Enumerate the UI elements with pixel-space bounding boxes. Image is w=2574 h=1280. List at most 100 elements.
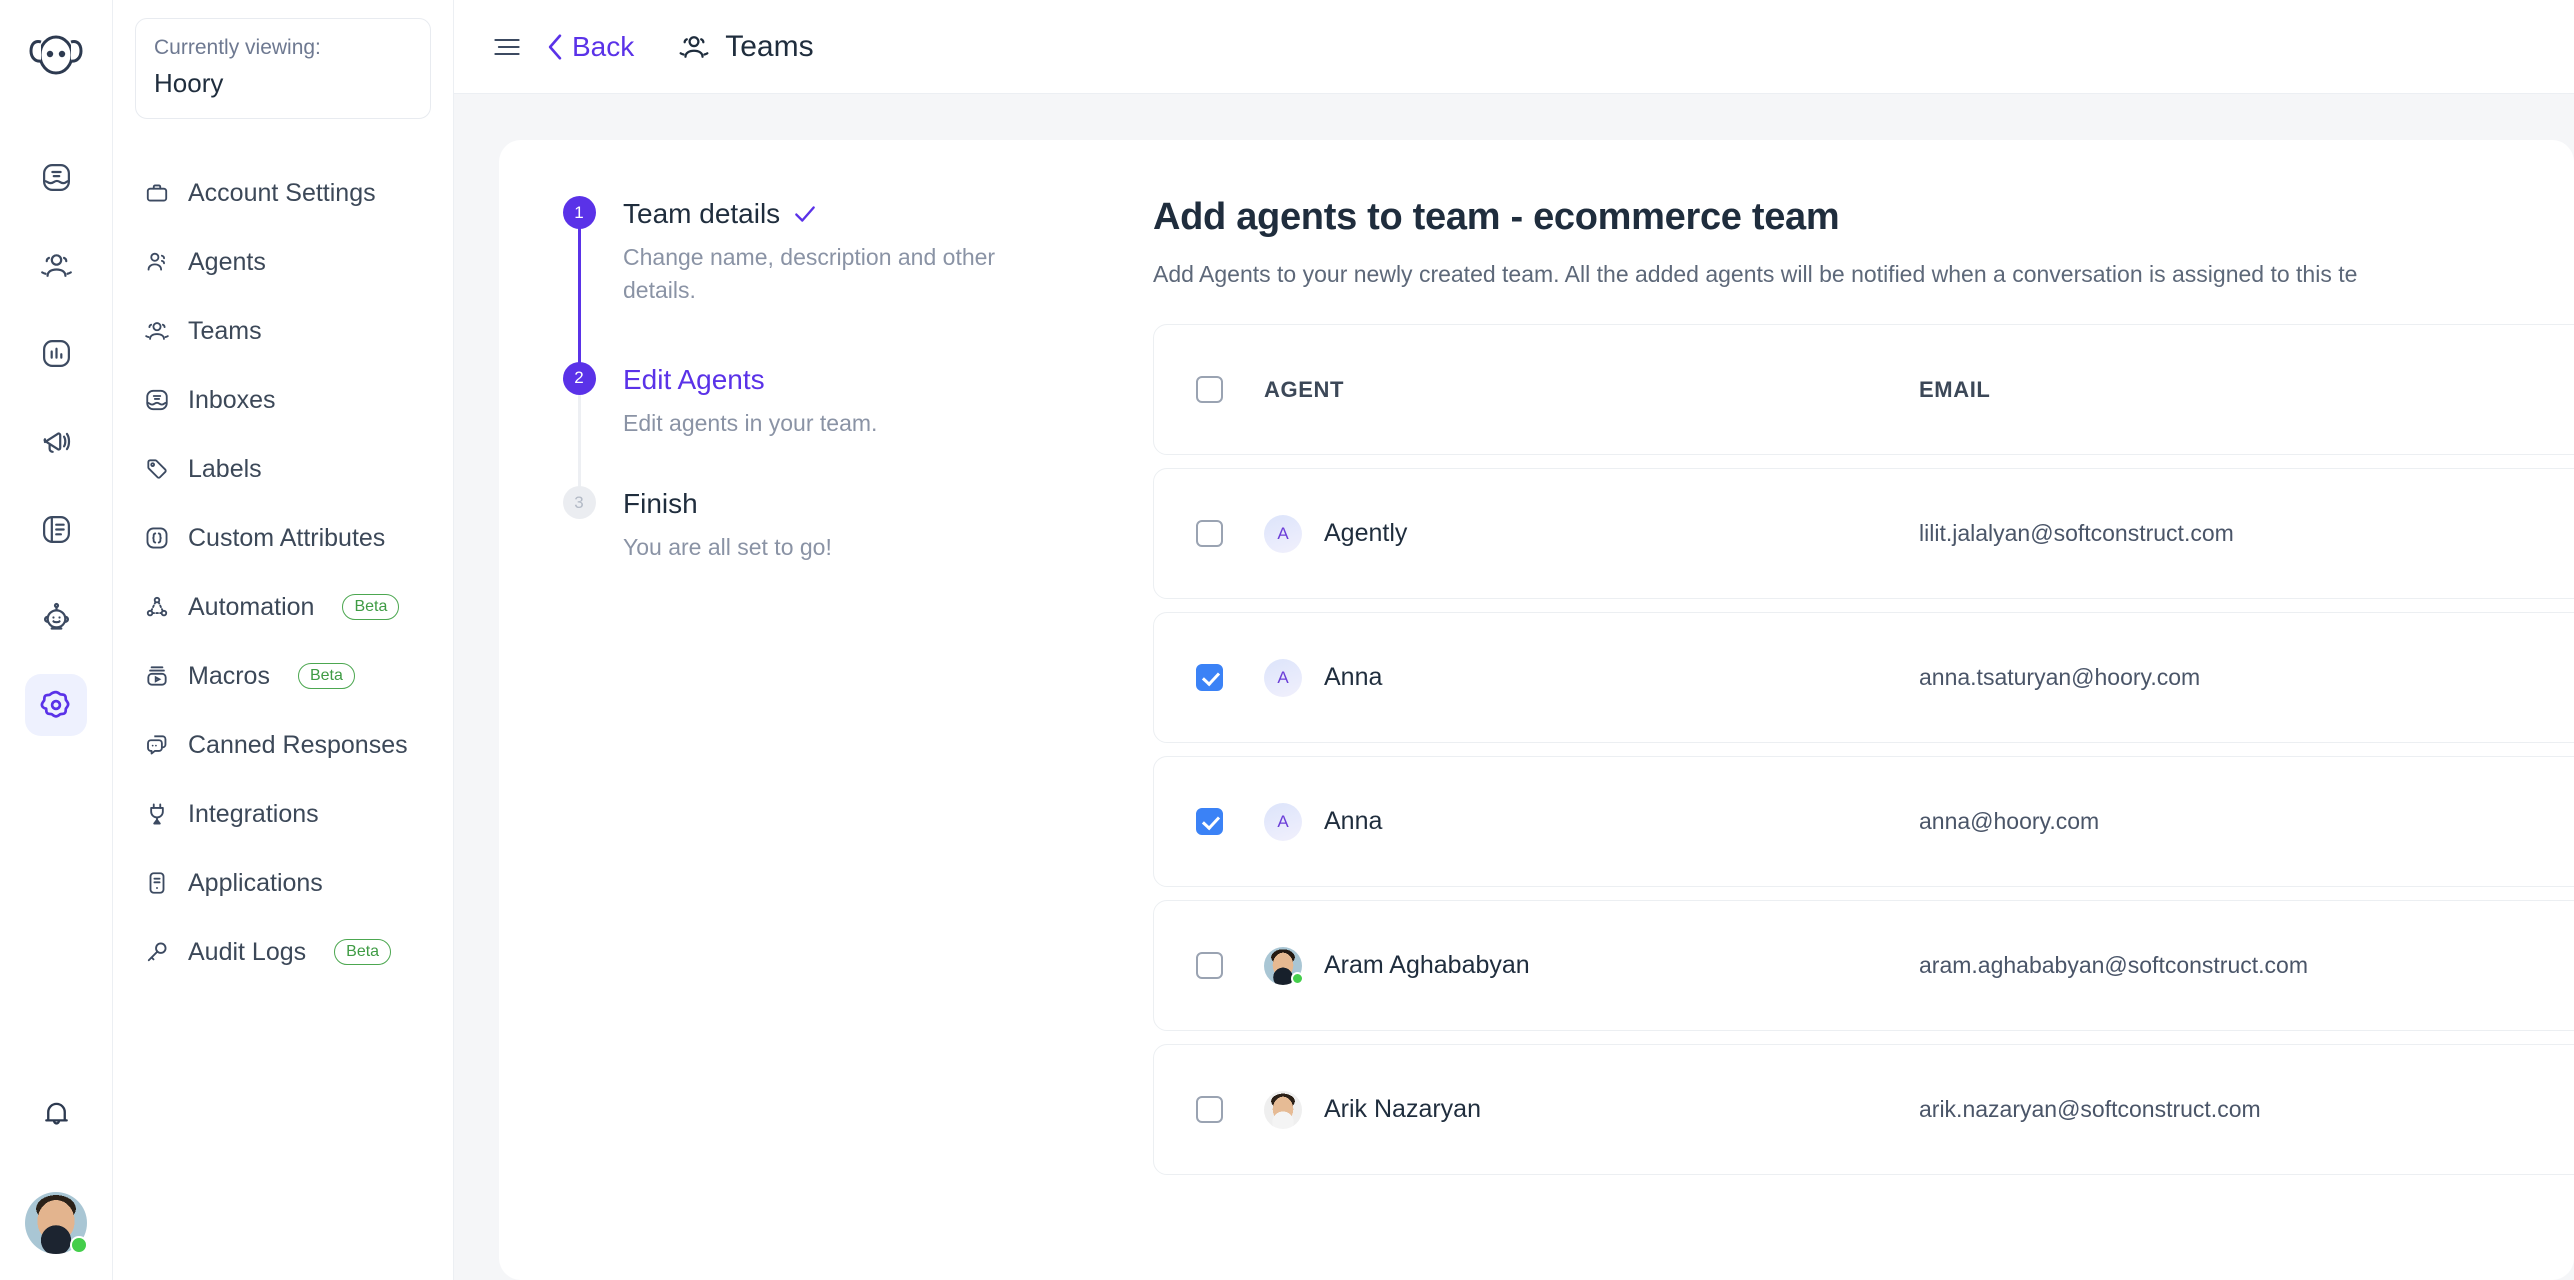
sidebar-item-applications[interactable]: Applications bbox=[135, 849, 431, 918]
bell-icon bbox=[40, 1097, 73, 1130]
back-button[interactable]: Back bbox=[546, 31, 634, 63]
sidebar-item-integrations[interactable]: Integrations bbox=[135, 780, 431, 849]
notifications-button[interactable] bbox=[25, 1082, 87, 1144]
step-description: Edit agents in your team. bbox=[623, 409, 878, 436]
row-email-cell: anna@hoory.com bbox=[1919, 808, 2574, 835]
sidebar-item-account-settings[interactable]: Account Settings bbox=[135, 159, 431, 228]
sidebar-item-agents[interactable]: Agents bbox=[135, 228, 431, 297]
account-name: Hoory bbox=[154, 68, 224, 99]
table-row[interactable]: A Agently lilit.jalalyan@softconstruct.c… bbox=[1153, 468, 2574, 599]
app-root: Currently viewing: Hoory Account Setting… bbox=[0, 0, 2574, 1280]
row-select-cell bbox=[1154, 808, 1264, 835]
sidebar-item-teams[interactable]: Teams bbox=[135, 297, 431, 366]
check-icon bbox=[792, 201, 818, 227]
step-content: Edit Agents Edit agents in your team. bbox=[623, 362, 877, 486]
chevron-left-icon bbox=[546, 33, 564, 61]
sidebar-toggle-button[interactable] bbox=[490, 30, 524, 64]
content-canvas: 1 Team details Change name, description … bbox=[454, 94, 2574, 1280]
app-icon bbox=[143, 870, 170, 897]
sidebar-item-labels[interactable]: Labels bbox=[135, 435, 431, 504]
sidebar-label: Applications bbox=[188, 868, 323, 897]
step-description: Change name, description and other detai… bbox=[623, 244, 996, 304]
macros-icon bbox=[143, 663, 170, 690]
primary-nav-rail bbox=[0, 0, 113, 1280]
select-all-checkbox[interactable] bbox=[1195, 376, 1223, 403]
plug-icon bbox=[143, 801, 170, 828]
agent-name: Agently bbox=[1324, 519, 1408, 547]
row-checkbox[interactable] bbox=[1195, 808, 1223, 835]
sidebar-item-automation[interactable]: Automation Beta bbox=[135, 573, 431, 642]
row-email-cell: lilit.jalalyan@softconstruct.com bbox=[1919, 520, 2574, 547]
table-header-row: AGENT EMAIL bbox=[1153, 324, 2574, 455]
rail-item-settings[interactable] bbox=[25, 674, 87, 736]
currently-viewing-label: Currently viewing: bbox=[154, 36, 321, 59]
row-checkbox[interactable] bbox=[1195, 952, 1223, 979]
agent-name: Anna bbox=[1324, 807, 1383, 835]
rail-item-knowledge-base[interactable] bbox=[25, 498, 87, 560]
row-select-cell bbox=[1154, 952, 1264, 979]
row-select-cell bbox=[1154, 664, 1264, 691]
row-agent-cell: Aram Aghababyan bbox=[1264, 946, 1919, 985]
online-status-dot bbox=[70, 1236, 88, 1254]
step-connector bbox=[577, 227, 581, 364]
header-cell-email: EMAIL bbox=[1919, 377, 2574, 403]
rail-item-reports[interactable] bbox=[25, 322, 87, 384]
table-row[interactable]: Aram Aghababyan aram.aghababyan@softcons… bbox=[1153, 900, 2574, 1031]
agent-email: lilit.jalalyan@softconstruct.com bbox=[1919, 520, 2234, 546]
wizard-step-edit-agents[interactable]: 2 Edit Agents Edit agents in your team. bbox=[561, 361, 1081, 489]
row-checkbox[interactable] bbox=[1195, 664, 1223, 691]
row-email-cell: arik.nazaryan@softconstruct.com bbox=[1919, 1096, 2574, 1123]
column-header-email: EMAIL bbox=[1919, 376, 1991, 402]
sidebar-item-audit-logs[interactable]: Audit Logs Beta bbox=[135, 918, 431, 987]
column-header-agent: AGENT bbox=[1264, 376, 1344, 402]
sidebar-label: Canned Responses bbox=[188, 730, 408, 759]
chat-icon bbox=[143, 732, 170, 759]
rail-item-contacts[interactable] bbox=[25, 234, 87, 296]
tag-icon bbox=[143, 456, 170, 483]
sidebar-item-macros[interactable]: Macros Beta bbox=[135, 642, 431, 711]
rail-item-campaigns[interactable] bbox=[25, 410, 87, 472]
agent-name: Anna bbox=[1324, 663, 1383, 691]
teams-icon bbox=[678, 31, 710, 63]
row-agent-cell: A Anna bbox=[1264, 802, 1919, 841]
table-row[interactable]: A Anna anna@hoory.com bbox=[1153, 756, 2574, 887]
row-select-cell bbox=[1154, 520, 1264, 547]
top-bar: Back Teams bbox=[454, 0, 2574, 94]
step-title: Finish bbox=[623, 488, 698, 520]
agents-table: AGENT EMAIL A Agently lilit.jalalyan@sof… bbox=[1153, 324, 2574, 1175]
rail-item-assistant[interactable] bbox=[25, 586, 87, 648]
step-indicator-column: 1 bbox=[561, 196, 597, 364]
page-title-group: Teams bbox=[678, 30, 814, 64]
wizard-step-finish[interactable]: 3 Finish You are all set to go! bbox=[561, 486, 1081, 570]
robot-icon bbox=[40, 601, 73, 634]
sidebar-item-inboxes[interactable]: Inboxes bbox=[135, 366, 431, 435]
rail-item-conversations[interactable] bbox=[25, 146, 87, 208]
row-email-cell: aram.aghababyan@softconstruct.com bbox=[1919, 952, 2574, 979]
row-agent-cell: Arik Nazaryan bbox=[1264, 1090, 1919, 1129]
row-checkbox[interactable] bbox=[1195, 520, 1223, 547]
sidebar-label: Teams bbox=[188, 316, 262, 345]
briefcase-icon bbox=[143, 180, 170, 207]
agent-email: aram.aghababyan@softconstruct.com bbox=[1919, 952, 2308, 978]
megaphone-icon bbox=[40, 425, 73, 458]
wizard-step-team-details[interactable]: 1 Team details Change name, description … bbox=[561, 196, 1081, 364]
people-icon bbox=[40, 249, 73, 282]
current-account-box[interactable]: Currently viewing: Hoory bbox=[135, 18, 431, 119]
table-row[interactable]: Arik Nazaryan arik.nazaryan@softconstruc… bbox=[1153, 1044, 2574, 1175]
row-agent-cell: A Anna bbox=[1264, 658, 1919, 697]
avatar: A bbox=[1264, 658, 1302, 697]
pane-title: Add agents to team - ecommerce team bbox=[1153, 196, 1840, 238]
wizard-steps: 1 Team details Change name, description … bbox=[499, 196, 1121, 1280]
back-label: Back bbox=[572, 30, 635, 62]
user-avatar[interactable] bbox=[25, 1192, 88, 1254]
sidebar-item-custom-attributes[interactable]: Custom Attributes bbox=[135, 504, 431, 573]
sidebar-item-canned-responses[interactable]: Canned Responses bbox=[135, 711, 431, 780]
sidebar-label: Account Settings bbox=[188, 178, 376, 207]
step-title-row: Edit Agents bbox=[623, 362, 877, 397]
row-checkbox[interactable] bbox=[1195, 1096, 1223, 1123]
sidebar-label: Inboxes bbox=[188, 385, 276, 414]
step-content: Team details Change name, description an… bbox=[623, 196, 1073, 362]
settings-sidebar: Currently viewing: Hoory Account Setting… bbox=[113, 0, 454, 1280]
table-row[interactable]: A Anna anna.tsaturyan@hoory.com bbox=[1153, 612, 2574, 743]
agent-email: anna.tsaturyan@hoory.com bbox=[1919, 664, 2201, 690]
